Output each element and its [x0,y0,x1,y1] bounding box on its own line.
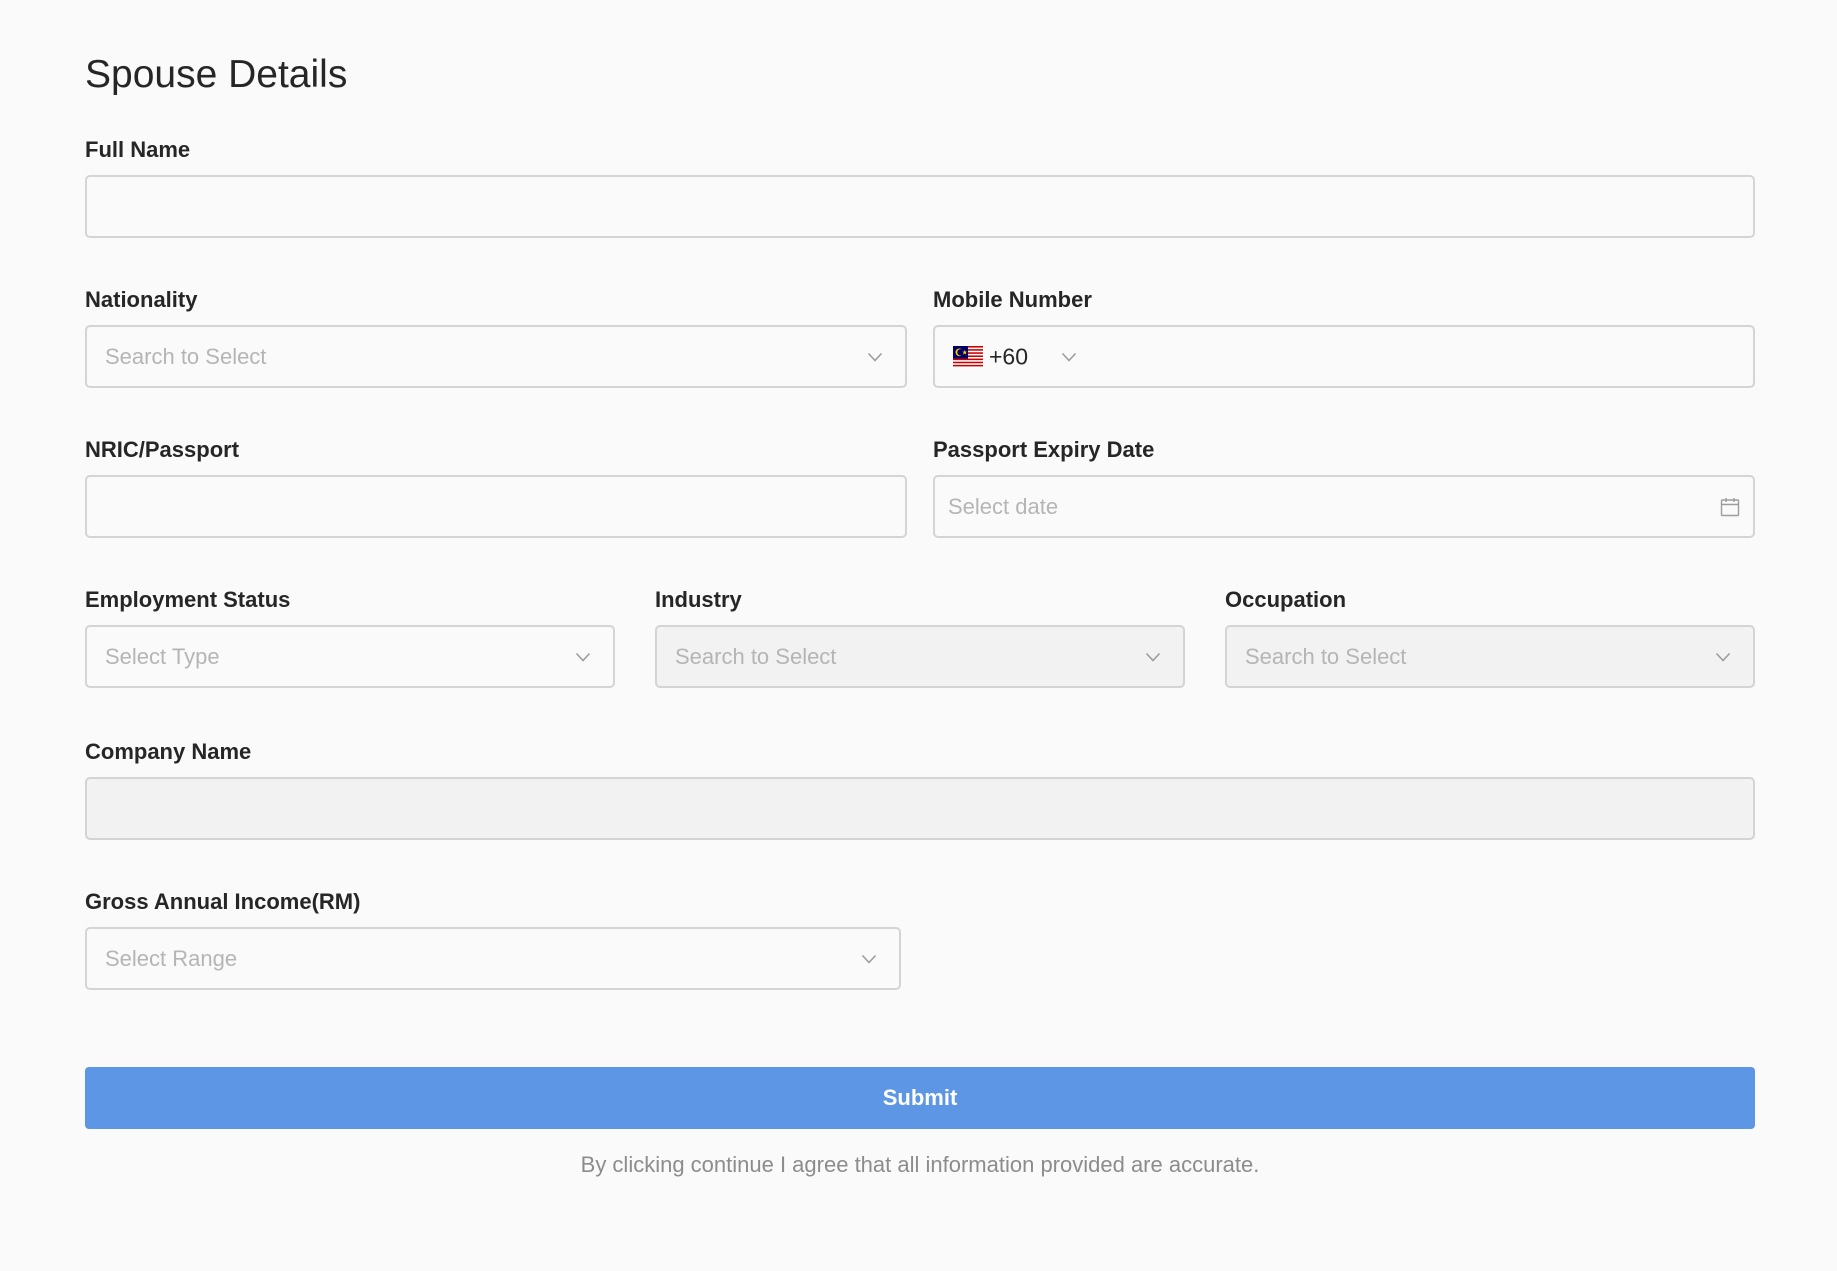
company-name-label: Company Name [85,739,252,764]
full-name-label: Full Name [85,137,191,162]
dial-code: +60 [989,343,1029,369]
country-code-select[interactable]: +60 [935,327,1101,386]
industry-placeholder: Search to Select [675,643,837,669]
nationality-label: Nationality [85,287,198,312]
mobile-number-control: +60 [933,325,1755,388]
company-name-field: Company Name [85,738,1755,845]
chevron-down-icon [861,951,877,967]
company-name-input[interactable] [85,777,1755,840]
gross-annual-income-select[interactable]: Select Range [85,927,901,990]
occupation-field: Occupation Search to Select [1225,586,1755,693]
occupation-label: Occupation [1225,587,1347,612]
occupation-select[interactable]: Search to Select [1225,625,1755,688]
gross-annual-income-placeholder: Select Range [105,945,238,971]
mobile-number-label: Mobile Number [933,287,1092,312]
nationality-select[interactable]: Search to Select [85,325,907,388]
nationality-field: Nationality Search to Select [85,286,907,393]
occupation-placeholder: Search to Select [1245,643,1407,669]
employment-status-placeholder: Select Type [105,643,220,669]
chevron-down-icon [575,649,591,665]
malaysia-flag-icon [953,345,983,368]
chevron-down-icon [1715,649,1731,665]
nric-passport-label: NRIC/Passport [85,437,240,462]
industry-field: Industry Search to Select [655,586,1185,693]
chevron-down-icon [1061,349,1077,365]
industry-label: Industry [655,587,742,612]
gross-annual-income-field: Gross Annual Income(RM) Select Range [85,888,901,995]
calendar-icon [1720,497,1740,517]
full-name-field: Full Name [85,136,1755,243]
passport-expiry-date-placeholder: Select date [948,493,1059,519]
passport-expiry-date-field: Passport Expiry Date Select date [933,436,1755,543]
mobile-number-field: Mobile Number +60 [933,286,1755,393]
employment-status-field: Employment Status Select Type [85,586,615,693]
accuracy-disclaimer: By clicking continue I agree that all in… [580,1152,1260,1177]
page-title: Spouse Details [85,53,348,96]
mobile-number-input[interactable] [1101,327,1753,386]
submit-button[interactable]: Submit [85,1067,1755,1129]
industry-select[interactable]: Search to Select [655,625,1185,688]
passport-expiry-date-picker[interactable]: Select date [933,475,1755,538]
nric-passport-input[interactable] [85,475,907,538]
nric-passport-field: NRIC/Passport [85,436,907,543]
employment-status-select[interactable]: Select Type [85,625,615,688]
full-name-input[interactable] [85,175,1755,238]
chevron-down-icon [867,349,883,365]
employment-status-label: Employment Status [85,587,291,612]
gross-annual-income-label: Gross Annual Income(RM) [85,889,361,914]
nationality-placeholder: Search to Select [105,343,267,369]
passport-expiry-date-label: Passport Expiry Date [933,437,1155,462]
chevron-down-icon [1145,649,1161,665]
